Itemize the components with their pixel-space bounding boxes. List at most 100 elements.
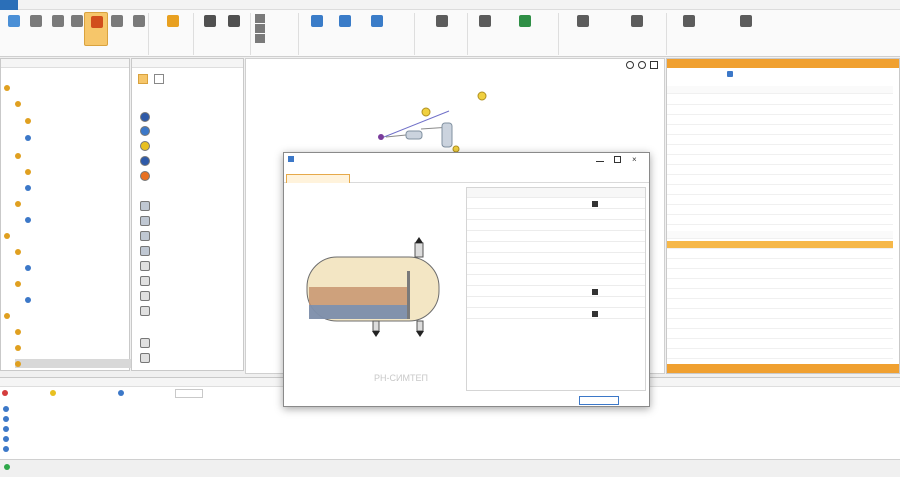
- maximize-icon[interactable]: [614, 156, 621, 163]
- tree-item[interactable]: [15, 327, 135, 336]
- tree-item[interactable]: [25, 167, 145, 176]
- messages-filter[interactable]: [118, 389, 173, 398]
- grid-row[interactable]: [467, 298, 645, 308]
- object-flare[interactable]: [140, 171, 235, 182]
- menu-view[interactable]: [80, 0, 94, 10]
- tree-item[interactable]: [25, 295, 145, 304]
- scheme-node-source[interactable]: [378, 134, 384, 140]
- tree-item[interactable]: [4, 231, 124, 240]
- cancel-button[interactable]: [614, 396, 654, 405]
- menu-reports[interactable]: [50, 0, 76, 10]
- check-scheme-button[interactable]: [304, 12, 330, 46]
- object-separator-3ph[interactable]: [140, 216, 235, 227]
- minimize-icon[interactable]: [596, 156, 604, 162]
- tab-dispersion[interactable]: [354, 174, 400, 183]
- configure-display-button[interactable]: [667, 69, 899, 81]
- undo-button[interactable]: [198, 12, 222, 46]
- grid-row[interactable]: [467, 199, 645, 209]
- support-link[interactable]: [770, 464, 896, 473]
- prop-row[interactable]: [667, 157, 893, 165]
- prop-row[interactable]: [667, 197, 893, 205]
- object-adsorber[interactable]: [140, 306, 235, 317]
- tree-item[interactable]: [15, 247, 135, 256]
- scheme-node-sink[interactable]: [421, 107, 431, 117]
- tree-item-selected[interactable]: [15, 359, 135, 368]
- launch-excel-button[interactable]: [505, 12, 545, 46]
- tree-item[interactable]: [25, 133, 145, 142]
- object-group-header[interactable]: [138, 323, 233, 334]
- grid-row[interactable]: [467, 221, 645, 231]
- prop-row[interactable]: [667, 107, 893, 115]
- grid-row[interactable]: [467, 265, 645, 275]
- properties-footer-tab[interactable]: [667, 364, 899, 373]
- errors-filter[interactable]: [2, 389, 47, 398]
- tab-main-params[interactable]: [286, 174, 350, 183]
- calc-setup-button[interactable]: [472, 12, 498, 46]
- object-pump[interactable]: [140, 353, 235, 364]
- tree-item[interactable]: [25, 215, 145, 224]
- tree-item[interactable]: [25, 183, 145, 192]
- object-saturator[interactable]: [140, 291, 235, 302]
- grid-row[interactable]: [467, 276, 645, 286]
- stream-section-row[interactable]: [667, 241, 893, 249]
- grid-view-icon[interactable]: [154, 74, 164, 84]
- run-button[interactable]: [158, 12, 188, 46]
- tree-item[interactable]: [25, 263, 145, 272]
- prop-row[interactable]: [667, 167, 893, 175]
- grid-row[interactable]: [467, 287, 645, 297]
- menu-file[interactable]: [0, 0, 18, 10]
- layers-button[interactable]: [24, 12, 48, 46]
- checkbox-checked-icon[interactable]: [592, 201, 598, 207]
- tree-item[interactable]: [15, 151, 135, 160]
- object-group-header[interactable]: [138, 96, 233, 107]
- cut-icon[interactable]: [255, 24, 265, 33]
- tree-item[interactable]: [4, 311, 124, 320]
- settings-button[interactable]: [360, 12, 394, 46]
- object-sink[interactable]: [140, 141, 235, 152]
- compare-button[interactable]: [612, 12, 662, 46]
- tree-item[interactable]: [15, 99, 135, 108]
- object-source[interactable]: [140, 112, 235, 123]
- copy-icon[interactable]: [255, 14, 265, 23]
- object-splitter[interactable]: [140, 276, 235, 287]
- ribbon-button-6[interactable]: [105, 12, 129, 46]
- checkbox-checked-icon[interactable]: [592, 289, 598, 295]
- redo-button[interactable]: [222, 12, 246, 46]
- prop-row[interactable]: [667, 177, 893, 185]
- grid-row[interactable]: [467, 243, 645, 253]
- ok-button[interactable]: [579, 396, 619, 405]
- object-pipe[interactable]: [140, 338, 235, 349]
- prop-row[interactable]: [667, 207, 893, 215]
- paste-icon[interactable]: [255, 34, 265, 43]
- prop-row[interactable]: [667, 217, 893, 225]
- scheme-node-sink[interactable]: [477, 91, 487, 101]
- prop-row[interactable]: [667, 137, 893, 145]
- tree-item[interactable]: [15, 199, 135, 208]
- object-injection-well[interactable]: [140, 156, 235, 167]
- warnings-filter[interactable]: [50, 389, 115, 398]
- prop-row[interactable]: [667, 187, 893, 195]
- scheme-node-buffer[interactable]: [441, 122, 453, 148]
- vfp-load-button[interactable]: [672, 12, 706, 46]
- object-mixer[interactable]: [140, 261, 235, 272]
- list-view-icon[interactable]: [138, 74, 148, 84]
- object-well[interactable]: [140, 126, 235, 137]
- prop-row[interactable]: [667, 97, 893, 105]
- find-object-button[interactable]: [334, 12, 356, 46]
- grid-row[interactable]: [467, 210, 645, 220]
- object-group-header[interactable]: [138, 186, 233, 197]
- menu-documentation[interactable]: [98, 0, 142, 10]
- clear-button[interactable]: [175, 389, 203, 398]
- tree-item[interactable]: [15, 343, 135, 352]
- tree-item[interactable]: [25, 116, 145, 125]
- checkbox-checked-icon[interactable]: [592, 311, 598, 317]
- prop-row[interactable]: [667, 127, 893, 135]
- tree-item[interactable]: [4, 83, 124, 92]
- dtsk-button[interactable]: [716, 12, 776, 46]
- tree-item[interactable]: [15, 279, 135, 288]
- prop-row[interactable]: [667, 117, 893, 125]
- menu-home[interactable]: [22, 0, 46, 10]
- object-separator-2ph[interactable]: [140, 201, 235, 212]
- grid-row[interactable]: [467, 254, 645, 264]
- scheme-node-reservoir[interactable]: [405, 130, 423, 140]
